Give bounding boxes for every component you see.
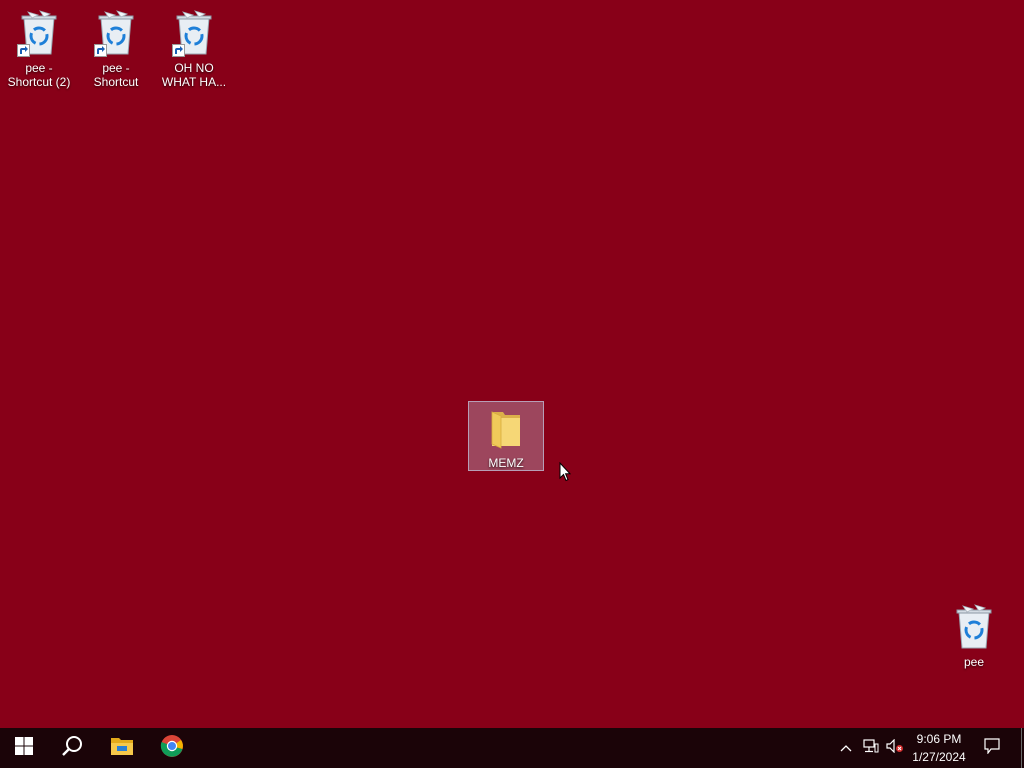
- desktop-icon-pee[interactable]: pee: [936, 600, 1012, 669]
- desktop-icon-label: pee - Shortcut (2): [7, 61, 71, 89]
- folder-icon: [482, 405, 530, 452]
- desktop-icon-label: pee - Shortcut: [93, 61, 139, 89]
- windows-start-icon: [15, 736, 33, 760]
- search-icon: [61, 735, 83, 762]
- desktop-icon-pee-shortcut[interactable]: pee - Shortcut: [78, 6, 154, 89]
- desktop[interactable]: pee - Shortcut (2) pee - Shortcut OH NO …: [0, 0, 1024, 728]
- mouse-cursor-icon: [559, 461, 572, 487]
- chrome-button[interactable]: [148, 728, 196, 768]
- notification-icon: [984, 737, 1000, 759]
- show-hidden-icons-button[interactable]: [836, 728, 856, 768]
- network-button[interactable]: [860, 728, 882, 768]
- volume-button[interactable]: [884, 728, 906, 768]
- shortcut-arrow-icon: [94, 44, 107, 57]
- network-icon: [863, 738, 879, 758]
- volume-muted-icon: [886, 738, 904, 758]
- recycle-bin-icon: [15, 9, 63, 57]
- file-explorer-icon: [110, 736, 134, 761]
- file-explorer-button[interactable]: [98, 728, 146, 768]
- clock-date: 1/27/2024: [912, 750, 966, 764]
- show-desktop-divider: [1020, 728, 1022, 768]
- desktop-icon-oh-no[interactable]: OH NO WHAT HA...: [156, 6, 232, 89]
- chrome-icon: [160, 734, 184, 763]
- recycle-bin-icon: [92, 9, 140, 57]
- desktop-icon-label: MEMZ: [488, 456, 524, 470]
- desktop-icon-memz-folder[interactable]: MEMZ: [468, 401, 544, 471]
- shortcut-arrow-icon: [172, 44, 185, 57]
- show-desktop-button[interactable]: [1018, 728, 1024, 768]
- chevron-up-icon: [840, 739, 852, 757]
- search-button[interactable]: [48, 728, 96, 768]
- start-button[interactable]: [0, 728, 48, 768]
- action-center-button[interactable]: [978, 728, 1006, 768]
- taskbar: 9:06 PM 1/27/2024: [0, 728, 1024, 768]
- desktop-icon-pee-shortcut-2[interactable]: pee - Shortcut (2): [1, 6, 77, 89]
- desktop-icon-label: OH NO WHAT HA...: [161, 61, 227, 89]
- shortcut-arrow-icon: [17, 44, 30, 57]
- recycle-bin-icon: [170, 9, 218, 57]
- desktop-icon-label: pee: [963, 655, 985, 669]
- clock-time: 9:06 PM: [916, 732, 962, 746]
- recycle-bin-icon: [950, 603, 998, 651]
